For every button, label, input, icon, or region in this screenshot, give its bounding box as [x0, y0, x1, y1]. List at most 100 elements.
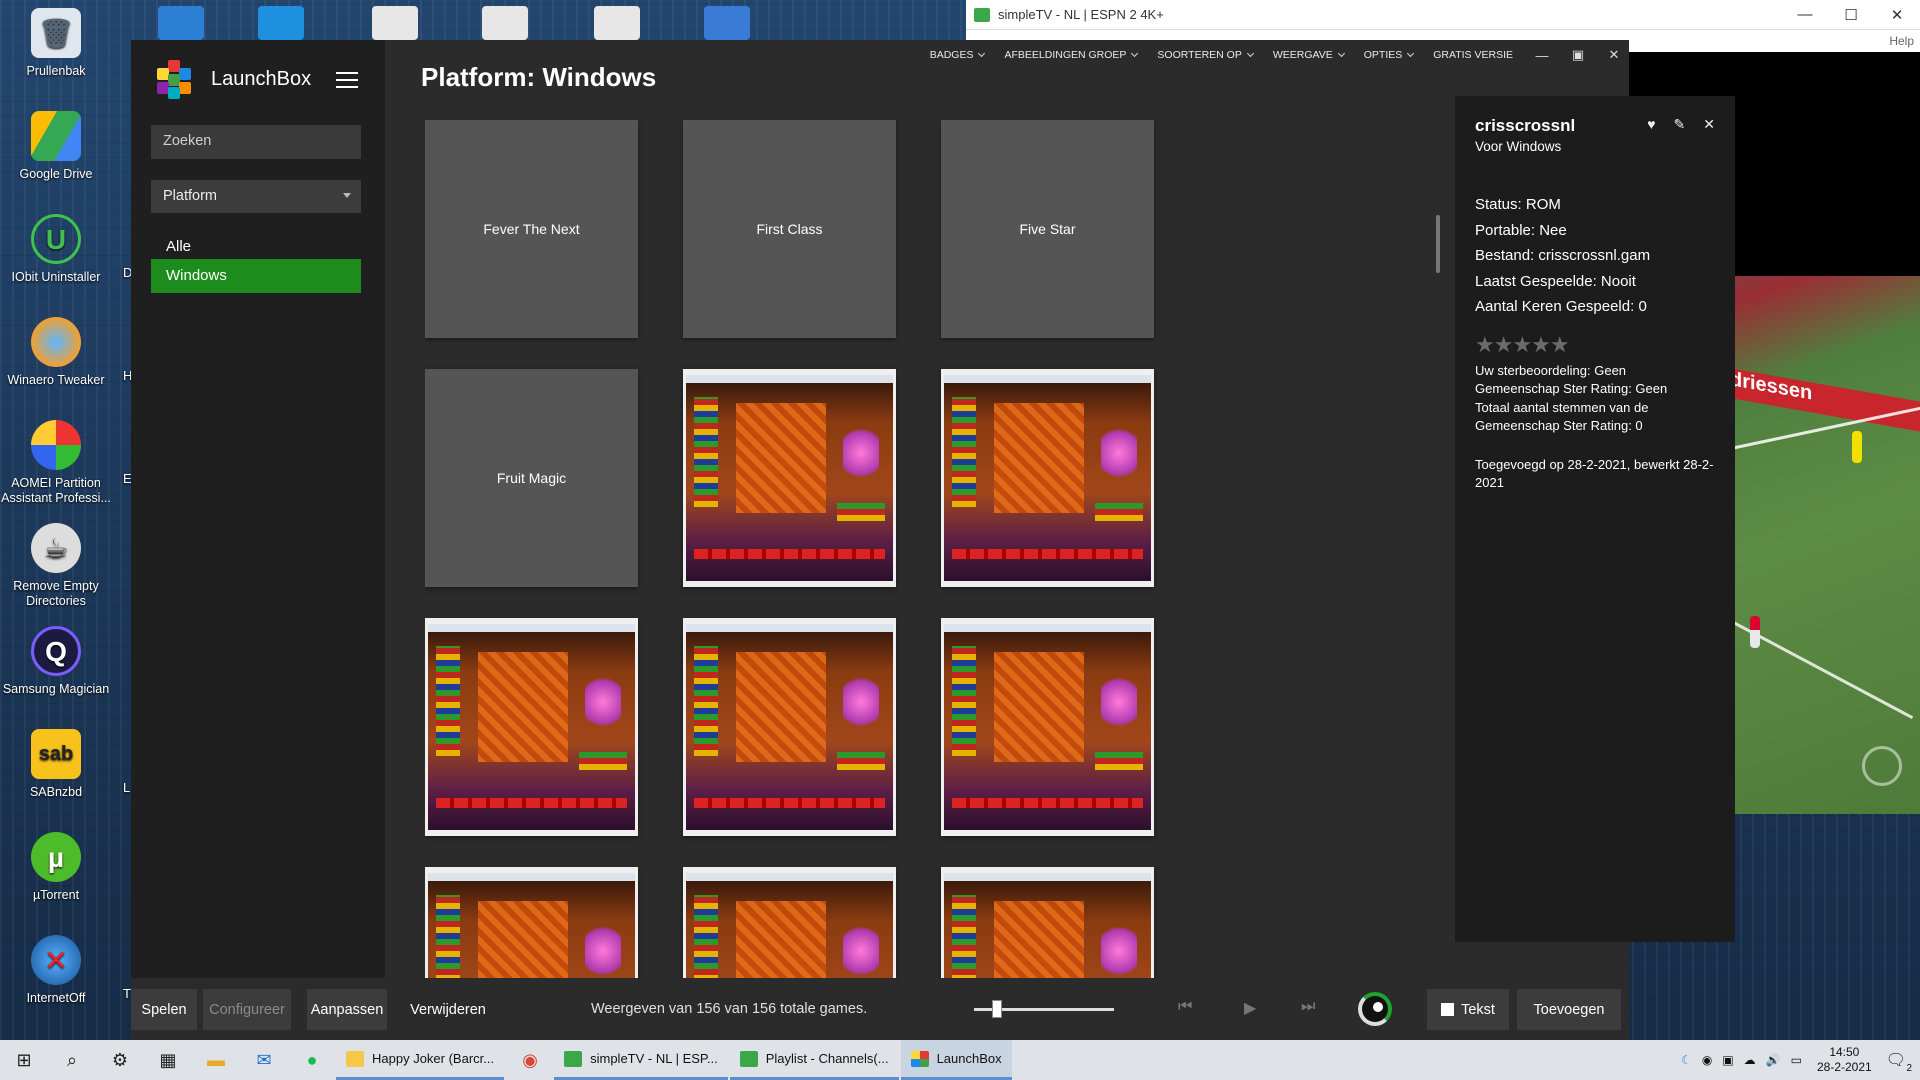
desktop-icon-google-drive[interactable]: Google Drive [0, 111, 112, 182]
game-tile-screenshot[interactable] [941, 618, 1154, 836]
skip-back-icon[interactable]: ⏮ [1178, 998, 1192, 1016]
desktop-help-icon[interactable] [704, 6, 750, 40]
zoom-slider[interactable] [974, 1000, 1114, 1018]
calculator-icon[interactable]: ▦ [144, 1040, 192, 1080]
desktop-drive-icon-2[interactable] [482, 6, 528, 40]
desktop-icon-recycle-bin[interactable]: 🗑 Prullenbak [0, 8, 112, 79]
desktop-icon-aomei[interactable]: AOMEI Partition Assistant Professi... [0, 420, 112, 506]
slider-handle[interactable] [992, 1000, 1002, 1018]
remove-empty-dirs-icon: ☕ [31, 523, 81, 573]
play-button[interactable]: Spelen [131, 989, 197, 1030]
menu-options[interactable]: OPTIES [1364, 49, 1415, 61]
add-button[interactable]: Toevoegen [1517, 989, 1621, 1030]
close-icon[interactable]: ✕ [1703, 116, 1715, 133]
pencil-icon[interactable]: ✎ [1674, 116, 1686, 133]
tray-chrome-icon[interactable]: ◉ [1702, 1053, 1712, 1067]
notification-center-icon[interactable]: 🗨 2 [1886, 1050, 1912, 1074]
search-input[interactable]: Zoeken [151, 125, 361, 159]
game-tile-screenshot[interactable] [683, 369, 896, 587]
game-tile-screenshot[interactable] [941, 867, 1154, 978]
menu-sort-by[interactable]: SOORTEREN OP [1157, 49, 1254, 61]
desktop-icon-label: InternetOff [26, 991, 86, 1005]
game-tile[interactable]: Fruit Magic [425, 369, 638, 587]
settings-gear-icon[interactable]: ⚙ [96, 1040, 144, 1080]
menu-image-group[interactable]: AFBEELDINGEN GROEP [1004, 49, 1139, 61]
taskbar-app-happy-joker[interactable]: Happy Joker (Barcr... [336, 1040, 505, 1080]
mail-icon[interactable]: ✉ [240, 1040, 288, 1080]
delete-button[interactable]: Verwijderen [401, 989, 495, 1030]
search-icon[interactable]: ⌕ [48, 1040, 96, 1080]
grid-scrollbar[interactable] [1436, 215, 1440, 273]
sabnzbd-icon: sab [31, 729, 81, 779]
game-tile-label: Five Star [1019, 221, 1076, 237]
skip-forward-icon[interactable]: ⏭ [1301, 998, 1315, 1016]
game-tile-screenshot[interactable] [425, 618, 638, 836]
taskbar-app-label: simpleTV - NL | ESP... [590, 1051, 718, 1066]
desktop-icon-utorrent[interactable]: µ µTorrent [0, 832, 112, 903]
clock[interactable]: 14:50 28-2-2021 [1817, 1045, 1872, 1075]
launchbox-cube-icon [910, 1050, 929, 1067]
aomei-partition-icon [31, 420, 81, 470]
network-icon[interactable]: ▭ [1791, 1053, 1802, 1067]
menu-badges[interactable]: BADGES [930, 49, 986, 61]
sidebar-item-windows[interactable]: Windows [151, 259, 361, 293]
maximize-icon[interactable]: ☐ [1828, 6, 1874, 24]
desktop-drive-icon[interactable] [372, 6, 418, 40]
sidebar-item-label: Alle [166, 238, 192, 255]
game-tile[interactable]: Fever The Next [425, 120, 638, 338]
game-tile-screenshot[interactable] [683, 618, 896, 836]
play-icon[interactable]: ▶ [1244, 998, 1256, 1018]
volume-icon[interactable]: 🔊 [1766, 1053, 1781, 1067]
onedrive-icon[interactable]: ☁ [1744, 1053, 1756, 1067]
desktop-windows-icon[interactable] [258, 6, 304, 40]
heart-icon[interactable]: ♥ [1647, 116, 1655, 133]
game-tile-screenshot[interactable] [683, 867, 896, 978]
taskbar-app-simpletv[interactable]: simpleTV - NL | ESP... [554, 1040, 728, 1080]
desktop-icon-winaero[interactable]: Winaero Tweaker [0, 317, 112, 388]
sidebar-item-label: Windows [166, 267, 227, 284]
menu-view[interactable]: WEERGAVE [1273, 49, 1345, 61]
desktop-icon-label: Remove Empty Directories [13, 579, 99, 608]
checkbox-icon [1441, 1003, 1455, 1016]
close-icon[interactable]: ✕ [1874, 6, 1920, 24]
game-tile[interactable]: Five Star [941, 120, 1154, 338]
game-tile-screenshot[interactable] [425, 867, 638, 978]
start-windows-icon[interactable]: ⊞ [0, 1040, 48, 1080]
chrome-icon[interactable]: ◉ [506, 1040, 554, 1080]
close-icon[interactable]: ✕ [1607, 47, 1621, 63]
platform-dropdown[interactable]: Platform [151, 180, 361, 213]
desktop-icon-internetoff[interactable]: ✕ InternetOff [0, 935, 112, 1006]
text-toggle-button[interactable]: Tekst [1427, 989, 1509, 1030]
desktop-monitor-icon[interactable] [158, 6, 204, 40]
simpletv-titlebar[interactable]: simpleTV - NL | ESPN 2 4K+ — ☐ ✕ [966, 0, 1920, 30]
game-tile-screenshot[interactable] [941, 369, 1154, 587]
player-figure [1852, 431, 1862, 463]
desktop-drive-icon-3[interactable] [594, 6, 640, 40]
maximize-icon[interactable]: ▣ [1571, 47, 1585, 63]
taskbar-app-launchbox[interactable]: LaunchBox [900, 1040, 1012, 1080]
tray-display-icon[interactable]: ▣ [1722, 1053, 1733, 1067]
tv-icon [564, 1050, 583, 1067]
taskbar-app-playlist[interactable]: Playlist - Channels(... [729, 1040, 899, 1080]
minimize-icon[interactable]: — [1782, 6, 1828, 24]
menu-free-version[interactable]: GRATIS VERSIE [1433, 49, 1513, 61]
desktop-icon-sabnzbd[interactable]: sab SABnzbd [0, 729, 112, 800]
star-rating[interactable]: ★★★★★ [1475, 332, 1715, 358]
desktop-icon-label: AOMEI Partition Assistant Professi... [1, 476, 111, 505]
spotify-icon[interactable]: ● [288, 1040, 336, 1080]
tray-app-icon[interactable]: ☾ [1681, 1053, 1692, 1067]
chevron-down-icon [1131, 49, 1139, 58]
desktop-icon-iobit[interactable]: U IObit Uninstaller [0, 214, 112, 285]
minimize-icon[interactable]: — [1535, 48, 1549, 63]
hamburger-menu-icon[interactable] [336, 72, 358, 88]
user-rating: Uw sterbeoordeling: Geen [1475, 362, 1627, 378]
desktop-icon-samsung[interactable]: Q Samsung Magician [0, 626, 112, 697]
desktop-icon-remove-empty[interactable]: ☕ Remove Empty Directories [0, 523, 112, 609]
game-file: Bestand: crisscrossnl.gam [1475, 247, 1651, 264]
desktop-label-fragment: T [123, 986, 131, 1001]
game-tile[interactable]: First Class [683, 120, 896, 338]
configure-button[interactable]: Configureer [203, 989, 291, 1030]
edit-button[interactable]: Aanpassen [307, 989, 387, 1030]
menu-help[interactable]: Help [1889, 34, 1914, 48]
file-explorer-icon[interactable]: ▬ [192, 1040, 240, 1080]
